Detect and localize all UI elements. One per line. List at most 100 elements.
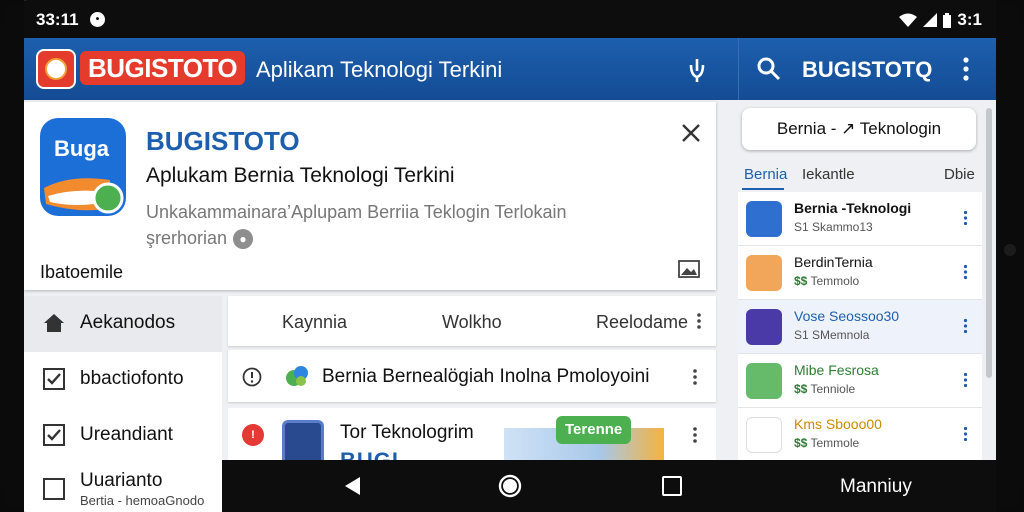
card-title: BUGISTOTO	[146, 126, 300, 156]
center-panel: Kaynnia Wolkho Reelodame Bernia Bernealö…	[228, 296, 716, 473]
list-item-sub: S1 Skammo13	[794, 220, 873, 234]
tab-indicator	[742, 188, 784, 190]
logo-icon[interactable]	[36, 49, 76, 89]
more-vert-icon[interactable]	[963, 264, 968, 280]
home-circle-icon[interactable]	[498, 474, 522, 498]
more-vert-icon[interactable]	[696, 312, 702, 330]
app-thumbnail	[746, 255, 782, 291]
checkbox-empty-icon	[43, 478, 65, 500]
more-vert-icon[interactable]	[963, 372, 968, 388]
app-title: Aplikam Teknologi Terkini	[256, 57, 503, 82]
right-tab-1[interactable]: Bernia	[744, 166, 787, 183]
wifi-icon	[899, 13, 918, 27]
sub-prefix: $$	[794, 274, 808, 288]
mic-icon[interactable]	[684, 55, 710, 83]
list-item-title: Kms Sbooo00	[794, 416, 882, 432]
list-item[interactable]: Vose Seossoo30 S1 SMemnola	[738, 300, 982, 354]
tabs-row: Kaynnia Wolkho Reelodame	[228, 296, 716, 346]
search-small-icon[interactable]: ●	[233, 228, 254, 249]
app-icon[interactable]: Buɡa	[40, 118, 126, 222]
list-item-title: BerdinTernia	[794, 254, 873, 270]
more-vert-icon[interactable]	[958, 56, 974, 82]
list-item-sub: $$ Temmole	[794, 436, 859, 450]
more-vert-icon[interactable]	[692, 426, 698, 444]
list-item-title: Bernia -Teknologi	[794, 200, 912, 216]
notification-icon: •	[90, 12, 105, 27]
sub-text: Temmole	[810, 436, 860, 450]
nav-item-label: bbactiofonto	[80, 368, 184, 389]
list-item-sub: $$ Tenniole	[794, 382, 855, 396]
status-bar: 33:11 • 3:1	[24, 0, 996, 38]
sub-text: Temmolo	[810, 274, 860, 288]
list-item-text: Bernia Bernealögiah Inolna Pmoloyoini	[322, 366, 650, 387]
sub-prefix: $$	[794, 382, 808, 396]
list-item[interactable]: Bernia Bernealögiah Inolna Pmoloyoini	[228, 350, 716, 402]
alert-badge: !	[242, 424, 264, 446]
search-icon[interactable]	[756, 56, 782, 82]
recents-icon[interactable]	[662, 476, 682, 496]
card-description-2-text: şrerhorian	[146, 228, 228, 248]
nav-item-home[interactable]: Aekanodos	[24, 296, 222, 352]
nav-item-3[interactable]: Ureandiant	[24, 408, 222, 464]
list-item-sub: $$ Temmolo	[794, 274, 859, 288]
list-item[interactable]: Kms Sbooo00 $$ Temmole	[738, 408, 982, 462]
app-bar-divider	[738, 38, 739, 100]
checkbox-checked-icon	[43, 368, 65, 390]
leaf-icon	[286, 366, 308, 386]
nav-item-label: Ureandiant	[80, 424, 173, 445]
home-icon	[44, 314, 64, 332]
nav-item-sub: Bertia - hemoaGnodo	[80, 493, 205, 508]
back-icon[interactable]	[342, 475, 362, 497]
right-tab-3[interactable]: Dbie	[944, 166, 975, 183]
camera-dot	[1004, 244, 1016, 256]
sub-text: Tenniole	[810, 382, 856, 396]
list-item-title: Mibe Fesrosa	[794, 362, 879, 378]
tab-2[interactable]: Wolkho	[442, 312, 502, 333]
nav-item-label: Aekanodos	[80, 312, 176, 333]
list-item-sub: S1 SMemnola	[794, 328, 870, 342]
logo-face	[45, 58, 67, 80]
card-description-2: şrerhorian ●	[146, 228, 254, 249]
status-right-text: 3:1	[957, 10, 982, 29]
screen: 33:11 • 3:1 BUGISTOTO Aplikam Teknologi …	[24, 0, 996, 512]
image-icon[interactable]	[678, 260, 700, 278]
right-tab-2[interactable]: Iekantle	[802, 166, 855, 183]
right-panel: Bernia - ↗ Teknologin Bernia Iekantle Db…	[732, 100, 996, 512]
list-item[interactable]: ! Tor Teknologrim BUGI Terenne	[228, 408, 716, 473]
right-tabs: Bernia Iekantle Dbie	[738, 160, 982, 190]
nav-bar-label[interactable]: Manniuy	[840, 476, 912, 498]
card-description: Unkakammainara’Aplupam Berriia Teklogin …	[146, 202, 567, 222]
tab-3[interactable]: Reelodame	[596, 312, 688, 333]
app-bar: BUGISTOTO Aplikam Teknologi Terkini BUGI…	[24, 38, 996, 100]
more-vert-icon[interactable]	[692, 368, 698, 386]
list-item-title: Tor Teknologrim	[340, 422, 474, 443]
battery-icon	[943, 12, 952, 28]
nav-item-4[interactable]: Uuarianto Bertia - hemoaGnodo	[24, 462, 222, 512]
list-item-title: Vose Seossoo30	[794, 308, 900, 324]
app-thumbnail	[746, 309, 782, 345]
nav-item-2[interactable]: bbactiofonto	[24, 352, 222, 408]
close-icon[interactable]	[680, 122, 702, 144]
left-nav: Aekanodos bbactiofonto Ureandiant Uuaria…	[24, 296, 222, 512]
more-vert-icon[interactable]	[963, 318, 968, 334]
green-tag[interactable]: Terenne	[556, 416, 632, 444]
nav-item-label: Uuarianto	[80, 470, 163, 491]
tab-1[interactable]: Kaynnia	[282, 312, 347, 333]
scrollbar[interactable]	[986, 108, 992, 378]
more-vert-icon[interactable]	[963, 210, 968, 226]
logo-text[interactable]: BUGISTOTO	[80, 51, 246, 85]
right-search-button[interactable]: Bernia - ↗ Teknologin	[742, 108, 976, 150]
system-nav-bar: Manniuy	[222, 460, 996, 512]
status-time: 33:11	[36, 10, 79, 29]
list-item[interactable]: BerdinTernia $$ Temmolo	[738, 246, 982, 300]
app-bar-brand[interactable]: BUGISTOTQ	[802, 57, 932, 83]
app-thumbnail	[746, 417, 782, 453]
list-item[interactable]: Bernia -Teknologi S1 Skammo13	[738, 192, 982, 246]
sub-prefix: $$	[794, 436, 808, 450]
status-right: 3:1	[899, 10, 982, 30]
alert-icon	[242, 367, 262, 387]
signal-icon	[923, 13, 938, 27]
more-vert-icon[interactable]	[963, 426, 968, 442]
list-item[interactable]: Mibe Fesrosa $$ Tenniole	[738, 354, 982, 408]
app-icon-text: Buɡa	[54, 136, 110, 161]
